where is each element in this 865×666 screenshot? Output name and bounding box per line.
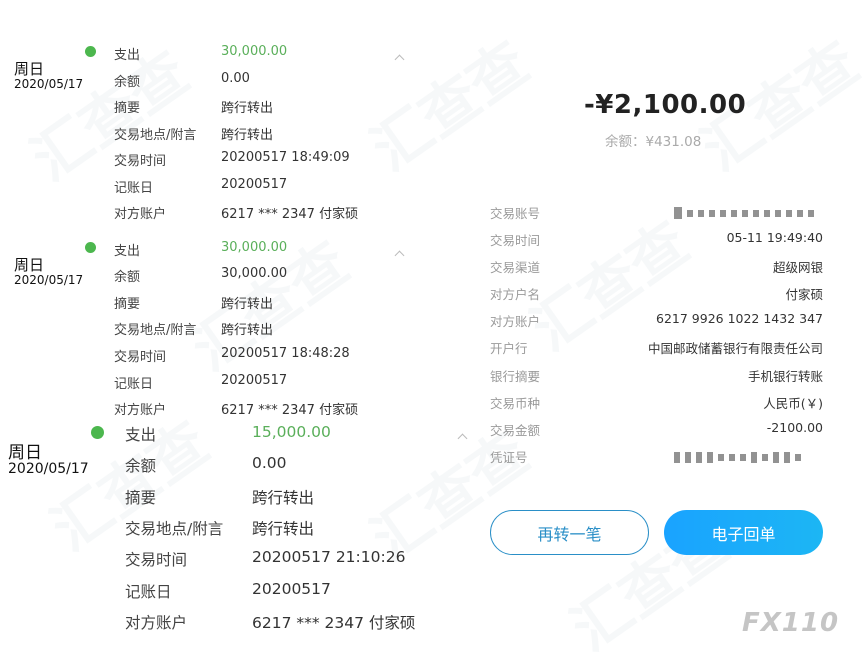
row-label: 支出 bbox=[114, 48, 141, 63]
detail-label: 交易币种 bbox=[490, 396, 541, 411]
detail-label: 凭证号 bbox=[490, 450, 528, 465]
row-value: 20200517 bbox=[221, 177, 288, 192]
balance-text: 余额：¥431.08 bbox=[605, 134, 702, 150]
row-value: 20200517 18:49:09 bbox=[221, 150, 350, 165]
status-dot bbox=[85, 242, 96, 253]
detail-value: 付家硕 bbox=[785, 287, 823, 302]
row-label: 支出 bbox=[114, 244, 141, 259]
row-label: 支出 bbox=[125, 426, 157, 444]
detail-value: -2100.00 bbox=[766, 420, 823, 435]
row-label: 余额 bbox=[125, 457, 157, 475]
chevron-up-icon[interactable] bbox=[394, 250, 405, 261]
row-value: 跨行转出 bbox=[252, 489, 315, 507]
row-label: 对方账户 bbox=[114, 403, 167, 418]
row-value: 跨行转出 bbox=[221, 101, 274, 116]
chevron-up-icon[interactable] bbox=[394, 54, 405, 65]
detail-label: 开户行 bbox=[490, 341, 528, 356]
row-label: 交易时间 bbox=[114, 154, 167, 169]
corner-logo: FX110 bbox=[742, 608, 840, 638]
transfer-again-button[interactable]: 再转一笔 bbox=[490, 510, 649, 555]
detail-value: 超级网银 bbox=[772, 260, 823, 275]
row-label: 记账日 bbox=[114, 181, 154, 196]
detail-value: 05-11 19:49:40 bbox=[726, 230, 823, 245]
detail-label: 交易渠道 bbox=[490, 260, 541, 275]
row-label: 交易地点/附言 bbox=[114, 323, 197, 338]
row-label: 交易时间 bbox=[114, 350, 167, 365]
row-value: 30,000.00 bbox=[221, 44, 288, 59]
transaction-amount: -¥2,100.00 bbox=[584, 90, 747, 120]
row-label: 摘要 bbox=[125, 489, 157, 507]
detail-label: 交易账号 bbox=[490, 206, 541, 221]
row-label: 记账日 bbox=[114, 377, 154, 392]
detail-value: 人民币(￥) bbox=[763, 396, 823, 411]
row-label: 交易地点/附言 bbox=[114, 128, 197, 143]
row-value: 30,000.00 bbox=[221, 266, 288, 281]
row-value: 6217 *** 2347 付家硕 bbox=[221, 207, 359, 222]
chevron-up-icon[interactable] bbox=[457, 433, 468, 444]
status-dot bbox=[91, 426, 104, 439]
row-value: 6217 *** 2347 付家硕 bbox=[252, 614, 416, 632]
row-label: 交易时间 bbox=[125, 551, 188, 569]
row-value: 30,000.00 bbox=[221, 240, 288, 255]
row-label: 对方账户 bbox=[114, 207, 167, 222]
weekday-label: 周日 bbox=[14, 256, 45, 274]
weekday-label: 周日 bbox=[8, 443, 42, 463]
row-value: 15,000.00 bbox=[252, 423, 331, 441]
row-label: 记账日 bbox=[125, 583, 172, 601]
detail-value: 手机银行转账 bbox=[747, 369, 823, 384]
watermark: 汇查查 bbox=[359, 28, 541, 184]
masked-voucher-number bbox=[674, 452, 801, 463]
detail-label: 对方账户 bbox=[490, 314, 541, 329]
row-label: 对方账户 bbox=[125, 614, 188, 632]
row-label: 摘要 bbox=[114, 297, 141, 312]
watermark: 汇查查 bbox=[19, 38, 201, 194]
date-label: 2020/05/17 bbox=[8, 461, 89, 477]
date-label: 2020/05/17 bbox=[14, 273, 84, 287]
row-value: 6217 *** 2347 付家硕 bbox=[221, 403, 359, 418]
detail-label: 对方户名 bbox=[490, 287, 541, 302]
masked-account-number bbox=[674, 207, 814, 219]
detail-value: 6217 9926 1022 1432 347 bbox=[656, 311, 823, 326]
electronic-receipt-button[interactable]: 电子回单 bbox=[664, 510, 823, 555]
row-value: 20200517 18:48:28 bbox=[221, 346, 350, 361]
status-dot bbox=[85, 46, 96, 57]
detail-label: 交易时间 bbox=[490, 233, 541, 248]
row-label: 余额 bbox=[114, 270, 141, 285]
detail-label: 银行摘要 bbox=[490, 369, 541, 384]
row-value: 20200517 bbox=[252, 580, 331, 598]
row-value: 跨行转出 bbox=[221, 323, 274, 338]
row-value: 跨行转出 bbox=[221, 128, 274, 143]
row-value: 20200517 21:10:26 bbox=[252, 548, 406, 566]
date-label: 2020/05/17 bbox=[14, 77, 84, 91]
detail-label: 交易金额 bbox=[490, 423, 541, 438]
row-value: 跨行转出 bbox=[252, 520, 315, 538]
row-label: 交易地点/附言 bbox=[125, 520, 224, 538]
row-value: 0.00 bbox=[221, 71, 250, 86]
row-label: 余额 bbox=[114, 75, 141, 90]
detail-value: 中国邮政储蓄银行有限责任公司 bbox=[647, 341, 823, 356]
row-value: 0.00 bbox=[252, 454, 287, 472]
row-label: 摘要 bbox=[114, 101, 141, 116]
row-value: 跨行转出 bbox=[221, 297, 274, 312]
weekday-label: 周日 bbox=[14, 60, 45, 78]
row-value: 20200517 bbox=[221, 373, 288, 388]
